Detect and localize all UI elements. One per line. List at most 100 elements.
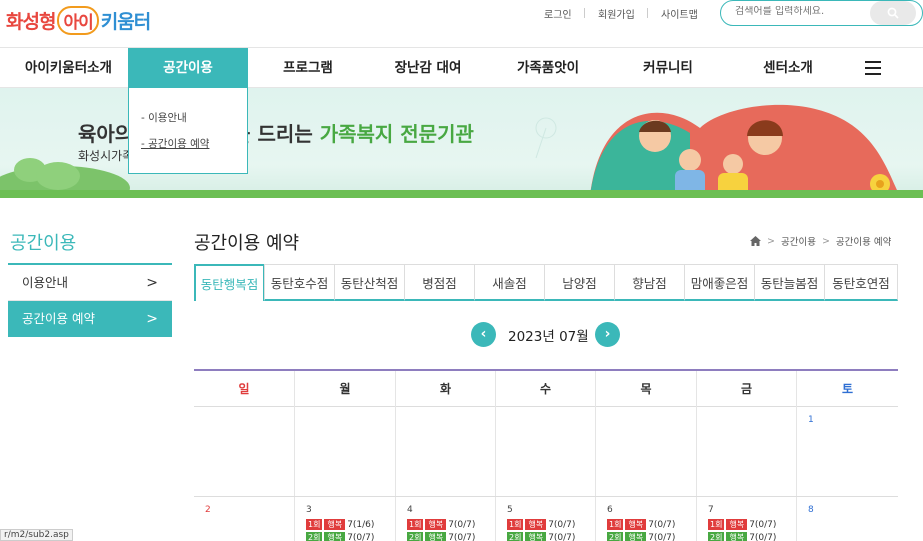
tab-branch[interactable]: 병점점 [404,264,475,301]
nav-item-center[interactable]: 센터소개 [728,48,848,88]
reservation-slot[interactable]: 2회 행복 7(0/7) [306,532,374,541]
chevron-right-icon: > [146,275,158,291]
nav-item-program[interactable]: 프로그램 [248,48,368,88]
room-badge: 행복 [525,532,547,541]
session-badge: 1회 [407,519,424,530]
nav-item-about[interactable]: 아이키움터소개 [0,48,137,88]
tab-branch[interactable]: 동탄호연점 [824,264,898,301]
logo-text-part1: 화성형 [6,10,56,33]
tab-branch[interactable]: 동탄호수점 [264,264,335,301]
session-badge: 1회 [607,519,624,530]
search-button[interactable] [870,1,916,25]
session-badge: 2회 [306,532,323,541]
submenu-item-reservation[interactable]: - 공간이용 예약 [141,136,209,151]
calendar-day [194,407,295,496]
nav-item-family-share[interactable]: 가족품앗이 [488,48,608,88]
calendar-day [295,407,396,496]
slot-capacity: 7(0/7) [448,532,476,541]
session-badge: 2회 [407,532,424,541]
reservation-slot[interactable]: 1회 행복 7(1/6) [306,519,374,530]
weekday-label: 일 [194,371,295,407]
day-number: 8 [808,505,814,515]
submenu-item-guide[interactable]: - 이용안내 [141,110,187,125]
slot-capacity: 7(0/7) [448,519,476,530]
browser-status-url: r/m2/sub2.asp [0,529,73,541]
chevron-right-icon: > [146,311,158,327]
side-item-guide[interactable]: 이용안내 > [8,265,172,301]
calendar-day: 2 [194,497,295,541]
reservation-slot[interactable]: 2회 행복 7(0/7) [407,532,475,541]
slot-capacity: 7(1/6) [347,519,375,530]
reservation-slot[interactable]: 1회 행복 7(0/7) [708,519,776,530]
sitemap-link[interactable]: 사이트맵 [661,6,698,21]
room-badge: 행복 [726,519,748,530]
banner-title-highlight: 가족복지 전문기관 [319,122,474,146]
room-badge: 행복 [625,532,647,541]
calendar-day: 7 1회 행복 7(0/7) 2회 행복 7(0/7) [697,497,797,541]
session-badge: 2회 [507,532,524,541]
calendar-day [697,407,797,496]
calendar-week: 1 [194,407,898,497]
current-month: 2023년 07월 [508,329,589,345]
tab-branch[interactable]: 동탄산척점 [334,264,405,301]
login-link[interactable]: 로그인 [544,6,572,21]
slot-capacity: 7(0/7) [648,532,676,541]
main-nav: 아이키움터소개 공간이용 프로그램 장난감 대여 가족품앗이 커뮤니티 센터소개 [0,48,923,88]
nav-item-space[interactable]: 공간이용 [128,48,248,88]
session-badge: 1회 [306,519,323,530]
page-title: 공간이용 예약 [194,233,300,254]
side-item-reservation[interactable]: 공간이용 예약 > [8,301,172,337]
menu-icon[interactable] [865,61,881,75]
reservation-slot[interactable]: 2회 행복 7(0/7) [708,532,776,541]
tab-branch[interactable]: 새솔점 [474,264,545,301]
room-badge: 행복 [425,519,447,530]
nav-item-toy-rental[interactable]: 장난감 대여 [368,48,488,88]
slot-capacity: 7(0/7) [749,519,777,530]
breadcrumb-item[interactable]: 공간이용 예약 [836,234,891,248]
tab-branch[interactable]: 남양점 [544,264,615,301]
breadcrumb-item[interactable]: 공간이용 [781,234,816,248]
search-input[interactable] [735,6,855,17]
breadcrumb-separator: > [767,235,775,247]
month-navigator: ‹ 2023년 07월 › [471,321,621,347]
calendar-day [496,407,596,496]
calendar-header: 일 월 화 수 목 금 토 [194,369,898,407]
reservation-slot[interactable]: 2회 행복 7(0/7) [607,532,675,541]
calendar-week: 2 3 1회 행복 7(1/6) 2회 행복 7(0/7) 4 1회 행복 7(0/7) 2… [194,497,898,541]
room-badge: 행복 [726,532,748,541]
site-logo[interactable]: 화성형 아이 키움터 [6,2,151,38]
nav-item-community[interactable]: 커뮤니티 [608,48,728,88]
home-icon[interactable] [750,236,761,246]
day-number: 2 [205,505,211,515]
prev-month-button[interactable]: ‹ [471,322,496,347]
weekday-label: 금 [697,371,797,407]
calendar-day: 4 1회 행복 7(0/7) 2회 행복 7(0/7) [396,497,496,541]
next-month-button[interactable]: › [595,322,620,347]
reservation-slot[interactable]: 1회 행복 7(0/7) [607,519,675,530]
branch-tabs: 동탄행복점 동탄호수점 동탄산척점 병점점 새솔점 남양점 향남점 맘애좋은점 … [194,264,898,301]
util-divider [584,8,585,18]
reservation-slot[interactable]: 1회 행복 7(0/7) [407,519,475,530]
reservation-slot[interactable]: 2회 행복 7(0/7) [507,532,575,541]
slot-capacity: 7(0/7) [347,532,375,541]
day-number: 6 [607,505,613,515]
weekday-label: 목 [596,371,697,407]
signup-link[interactable]: 회원가입 [598,6,635,21]
day-number: 3 [306,505,312,515]
search-icon [887,7,899,19]
day-number: 1 [808,415,814,425]
calendar-day: 1 [797,407,898,496]
reservation-slot[interactable]: 1회 행복 7(0/7) [507,519,575,530]
slot-capacity: 7(0/7) [648,519,676,530]
logo-text-part2: 아이 [57,5,99,35]
top-bar: 화성형 아이 키움터 로그인 회원가입 사이트맵 [0,0,923,48]
weekday-label: 월 [295,371,396,407]
tab-branch[interactable]: 맘애좋은점 [684,264,755,301]
tab-branch[interactable]: 향남점 [614,264,685,301]
slot-capacity: 7(0/7) [548,519,576,530]
tab-branch[interactable]: 동탄늘봄점 [754,264,825,301]
tab-branch[interactable]: 동탄행복점 [194,264,265,301]
side-menu-title: 공간이용 [10,233,77,254]
calendar-day: 3 1회 행복 7(1/6) 2회 행복 7(0/7) [295,497,396,541]
room-badge: 행복 [324,519,346,530]
